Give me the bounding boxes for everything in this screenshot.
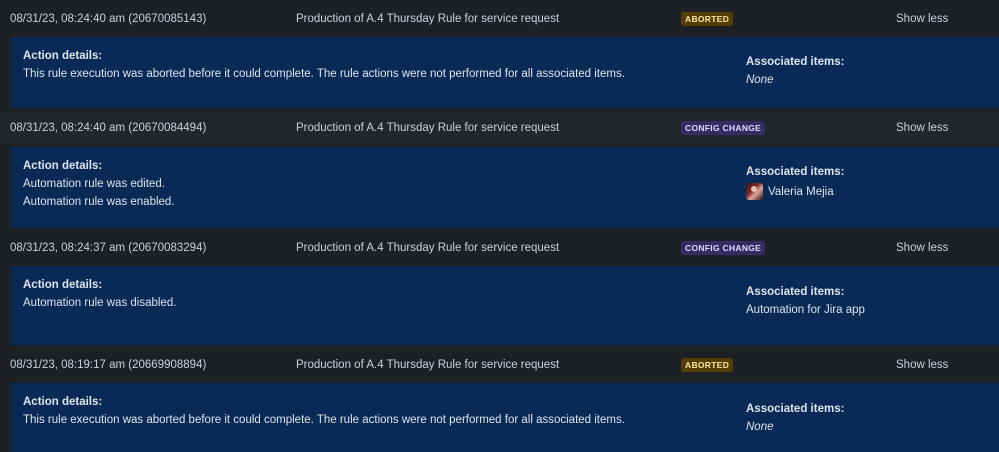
show-less-button[interactable]: Show less	[896, 13, 948, 25]
status-badge: ABORTED	[681, 11, 734, 26]
action-details-heading: Action details:	[23, 279, 103, 291]
associated-user[interactable]: Valeria Mejia	[746, 183, 844, 200]
action-detail-line: Automation rule was edited.	[23, 178, 165, 190]
associated-items-heading: Associated items:	[746, 56, 845, 68]
entry-timestamp: 08/31/23, 08:19:17 am (20669908894)	[10, 359, 207, 371]
show-less-button[interactable]: Show less	[896, 242, 948, 254]
action-detail-line: Automation rule was enabled.	[23, 196, 175, 208]
entry-details-panel: Action details: Automation rule was disa…	[11, 266, 999, 345]
action-details: Action details: This rule execution was …	[23, 50, 625, 80]
show-less-button[interactable]: Show less	[896, 122, 948, 134]
entry-timestamp: 08/31/23, 08:24:40 am (20670084494)	[10, 122, 207, 134]
associated-items: Associated items: Automation for Jira ap…	[746, 286, 865, 316]
show-less-button[interactable]: Show less	[896, 359, 948, 371]
action-details-heading: Action details:	[23, 50, 103, 62]
log-entry-header[interactable]: 08/31/23, 08:24:37 am (20670083294) Prod…	[0, 231, 999, 265]
action-details: Action details: Automation rule was edit…	[23, 160, 175, 208]
action-details-heading: Action details:	[23, 160, 103, 172]
entry-rule-name: Production of A.4 Thursday Rule for serv…	[296, 359, 560, 371]
log-entry-header[interactable]: 08/31/23, 08:24:40 am (20670085143) Prod…	[0, 0, 999, 37]
action-detail-line: Automation rule was disabled.	[23, 297, 177, 309]
action-details-heading: Action details:	[23, 396, 103, 408]
entry-details-panel: Action details: Automation rule was edit…	[11, 147, 999, 228]
audit-log: 08/31/23, 08:24:40 am (20670085143) Prod…	[0, 0, 999, 452]
associated-items: Associated items: None	[746, 403, 844, 433]
entry-rule-name: Production of A.4 Thursday Rule for serv…	[296, 242, 560, 254]
associated-items-heading: Associated items:	[746, 403, 845, 415]
associated-items-value: Automation for Jira app	[746, 304, 865, 316]
action-details: Action details: Automation rule was disa…	[23, 279, 176, 309]
entry-rule-name: Production of A.4 Thursday Rule for serv…	[296, 12, 560, 25]
entry-timestamp: 08/31/23, 08:24:37 am (20670083294)	[10, 242, 207, 254]
entry-timestamp: 08/31/23, 08:24:40 am (20670085143)	[10, 12, 207, 25]
associated-user-name: Valeria Mejia	[768, 185, 834, 198]
associated-items-heading: Associated items:	[746, 166, 845, 178]
action-detail-line: This rule execution was aborted before i…	[23, 414, 625, 426]
status-badge: ABORTED	[681, 358, 734, 372]
status-badge: CONFIG CHANGE	[681, 241, 766, 255]
associated-items-value: None	[746, 74, 774, 86]
associated-items: Associated items: Valeria Mejia	[746, 166, 844, 200]
log-entry-header[interactable]: 08/31/23, 08:24:40 am (20670084494) Prod…	[0, 113, 999, 143]
action-details: Action details: This rule execution was …	[23, 396, 625, 426]
status-badge: CONFIG CHANGE	[681, 121, 766, 135]
user-avatar-icon	[746, 183, 763, 200]
associated-items: Associated items: None	[746, 56, 844, 86]
entry-details-panel: Action details: This rule execution was …	[11, 37, 999, 108]
entry-rule-name: Production of A.4 Thursday Rule for serv…	[296, 122, 560, 134]
associated-items-value: None	[746, 421, 774, 433]
action-detail-line: This rule execution was aborted before i…	[23, 68, 625, 80]
associated-items-heading: Associated items:	[746, 286, 845, 298]
log-entry-header[interactable]: 08/31/23, 08:19:17 am (20669908894) Prod…	[0, 348, 999, 382]
entry-details-panel: Action details: This rule execution was …	[11, 383, 999, 452]
